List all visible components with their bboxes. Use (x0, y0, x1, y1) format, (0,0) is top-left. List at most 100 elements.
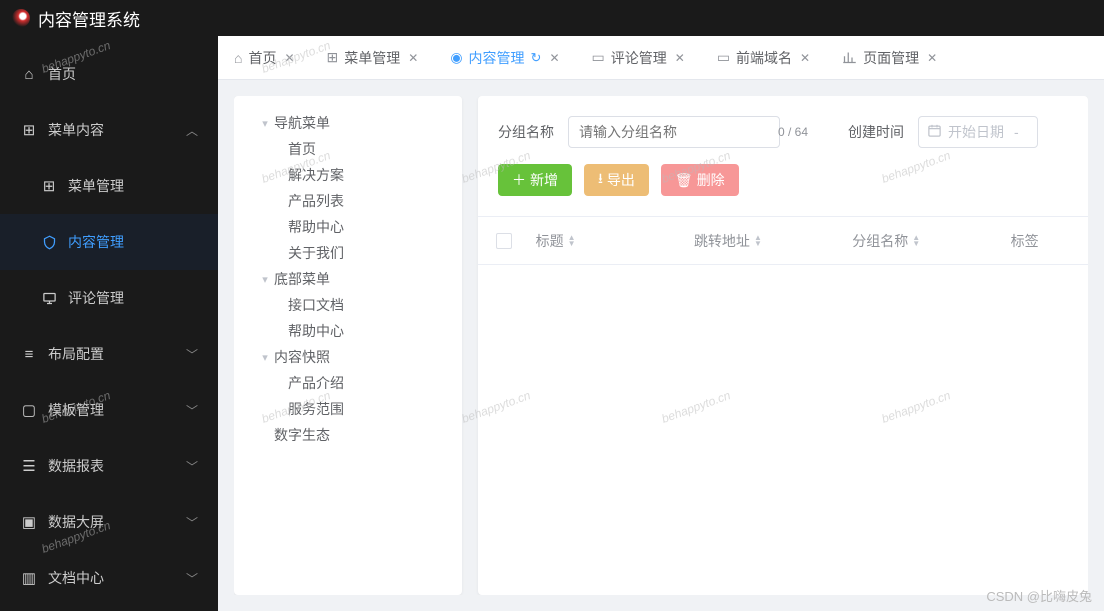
col-title[interactable]: 标题 ▲▼ (536, 231, 694, 251)
dot-icon: ◉ (450, 49, 462, 66)
sidebar-item-label: 首页 (48, 64, 198, 84)
tree-label: 产品列表 (288, 191, 344, 211)
button-row: ＋ 新增 ⭳ 导出 🗑 删除 (478, 164, 1088, 217)
sort-icon[interactable]: ▲▼ (568, 235, 576, 247)
tree-label: 服务范围 (288, 399, 344, 419)
sort-icon[interactable]: ▲▼ (912, 235, 920, 247)
tab-label: 内容管理 (469, 48, 525, 68)
date-range-picker[interactable]: 开始日期 - (918, 116, 1038, 148)
tree-node-home[interactable]: 首页 (244, 136, 452, 162)
shield-icon (40, 235, 58, 250)
download-icon: ⭳ (598, 168, 603, 192)
caret-down-icon[interactable]: ▾ (258, 273, 272, 286)
sidebar-item-home[interactable]: ⌂ 首页 (0, 46, 218, 102)
col-tags[interactable]: 标签 (1011, 231, 1070, 251)
chevron-down-icon: ﹀ (186, 346, 198, 363)
close-icon[interactable]: ✕ (675, 51, 685, 65)
tree-label: 关于我们 (288, 243, 344, 263)
tree-node-product-intro[interactable]: 产品介绍 (244, 370, 452, 396)
app-logo-icon (12, 9, 30, 27)
sidebar-item-content-mgmt[interactable]: 内容管理 (0, 214, 218, 270)
chevron-down-icon: ﹀ (186, 514, 198, 531)
sidebar-item-data-report[interactable]: ☰ 数据报表 ﹀ (0, 438, 218, 494)
monitor-icon: ▭ (592, 49, 605, 66)
screen-icon: ▣ (20, 513, 38, 531)
close-icon[interactable]: ✕ (408, 51, 418, 65)
col-label: 标题 (536, 231, 564, 251)
refresh-icon[interactable]: ↻ (531, 50, 542, 66)
tree-node-help[interactable]: 帮助中心 (244, 214, 452, 240)
delete-button[interactable]: 🗑 删除 (661, 164, 739, 196)
tree-label: 首页 (288, 139, 316, 159)
create-time-label: 创建时间 (848, 122, 904, 142)
close-icon[interactable]: ✕ (800, 51, 810, 65)
tree-node-products[interactable]: 产品列表 (244, 188, 452, 214)
close-icon[interactable]: ✕ (284, 51, 294, 65)
tree-node-footer-help[interactable]: 帮助中心 (244, 318, 452, 344)
sidebar-item-layout-cfg[interactable]: ≡ 布局配置 ﹀ (0, 326, 218, 382)
col-group-name[interactable]: 分组名称 ▲▼ (852, 231, 1010, 251)
tree-node-digital-eco[interactable]: 数字生态 (244, 422, 452, 448)
table-header-row: 标题 ▲▼ 跳转地址 ▲▼ 分组名称 ▲▼ (478, 217, 1088, 265)
tree-label: 产品介绍 (288, 373, 344, 393)
sidebar-item-label: 菜单内容 (48, 120, 186, 140)
report-icon: ☰ (20, 457, 38, 475)
tab-frontend-domain[interactable]: ▭ 前端域名 ✕ (717, 48, 810, 68)
sidebar-item-label: 数据大屏 (48, 512, 186, 532)
tree-node-api-docs[interactable]: 接口文档 (244, 292, 452, 318)
tab-page-mgmt[interactable]: 页面管理 ✕ (842, 48, 937, 68)
button-label: 导出 (607, 170, 635, 190)
sidebar-item-doc-center[interactable]: ▥ 文档中心 ﹀ (0, 550, 218, 606)
tree-label: 帮助中心 (288, 321, 344, 341)
grid-icon: ⊞ (327, 49, 339, 66)
tree-node-footer-menu[interactable]: ▾ 底部菜单 (244, 266, 452, 292)
tab-label: 评论管理 (611, 48, 667, 68)
sidebar-item-data-screen[interactable]: ▣ 数据大屏 ﹀ (0, 494, 218, 550)
sidebar-item-label: 数据报表 (48, 456, 186, 476)
start-date-placeholder: 开始日期 (948, 122, 1004, 142)
monitor-icon (40, 291, 58, 306)
tree-node-snapshot[interactable]: ▾ 内容快照 (244, 344, 452, 370)
tree-label: 导航菜单 (274, 113, 330, 133)
grid-icon: ⊞ (20, 121, 38, 139)
tab-home[interactable]: ⌂ 首页 ✕ (234, 48, 295, 68)
add-button[interactable]: ＋ 新增 (498, 164, 572, 196)
group-name-input[interactable] (569, 124, 770, 140)
chevron-down-icon: ﹀ (186, 570, 198, 587)
tree-label: 数字生态 (274, 425, 330, 445)
tab-content-mgmt[interactable]: ◉ 内容管理 ↻ ✕ (450, 48, 559, 68)
caret-down-icon[interactable]: ▾ (258, 351, 272, 364)
sidebar-item-comment-mgmt[interactable]: 评论管理 (0, 270, 218, 326)
tree-node-about[interactable]: 关于我们 (244, 240, 452, 266)
caret-down-icon[interactable]: ▾ (258, 117, 272, 130)
select-all-checkbox[interactable] (496, 233, 512, 249)
chevron-down-icon: ﹀ (186, 458, 198, 475)
tree-node-nav-menu[interactable]: ▾ 导航菜单 (244, 110, 452, 136)
grid-icon: ⊞ (40, 177, 58, 195)
col-redirect[interactable]: 跳转地址 ▲▼ (694, 231, 852, 251)
group-name-input-wrap: 0 / 64 (568, 116, 780, 148)
tab-label: 菜单管理 (344, 48, 400, 68)
sidebar-item-menu-content[interactable]: ⊞ 菜单内容 ︿ (0, 102, 218, 158)
template-icon: ▢ (20, 401, 38, 419)
tab-comment-mgmt[interactable]: ▭ 评论管理 ✕ (592, 48, 685, 68)
chart-icon (842, 50, 857, 65)
close-icon[interactable]: ✕ (927, 51, 937, 65)
sort-icon[interactable]: ▲▼ (754, 235, 762, 247)
sidebar-item-template-mgmt[interactable]: ▢ 模板管理 ﹀ (0, 382, 218, 438)
sidebar-item-label: 评论管理 (68, 288, 198, 308)
sidebar: ⌂ 首页 ⊞ 菜单内容 ︿ ⊞ 菜单管理 内容管理 (0, 36, 218, 611)
range-separator: - (1014, 124, 1019, 140)
tab-menu-mgmt[interactable]: ⊞ 菜单管理 ✕ (327, 48, 419, 68)
sidebar-item-menu-mgmt[interactable]: ⊞ 菜单管理 (0, 158, 218, 214)
sidebar-item-label: 布局配置 (48, 344, 186, 364)
button-label: 新增 (530, 170, 558, 190)
tree-node-solution[interactable]: 解决方案 (244, 162, 452, 188)
tree-node-service-scope[interactable]: 服务范围 (244, 396, 452, 422)
sidebar-item-label: 模板管理 (48, 400, 186, 420)
export-button[interactable]: ⭳ 导出 (584, 164, 649, 196)
filter-row: 分组名称 0 / 64 创建时间 开始日期 - (478, 96, 1088, 164)
close-icon[interactable]: ✕ (549, 51, 559, 65)
col-label: 分组名称 (852, 231, 908, 251)
sidebar-item-label: 内容管理 (68, 232, 198, 252)
